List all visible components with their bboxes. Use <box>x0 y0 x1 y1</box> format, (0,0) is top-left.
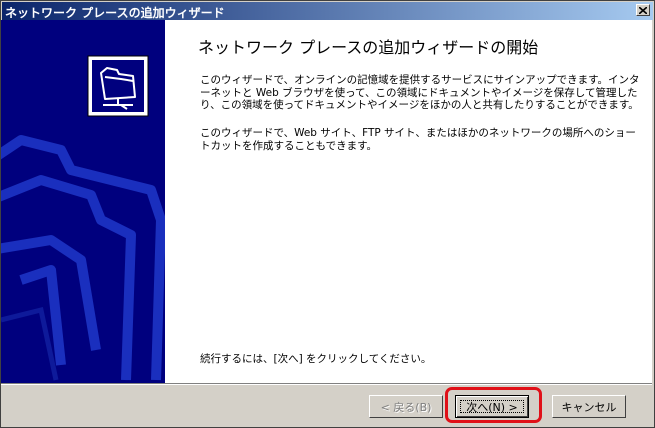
close-icon <box>639 6 647 14</box>
separator-highlight <box>1 384 652 385</box>
continue-instruction: 続行するには、[次へ] をクリックしてください。 <box>200 353 432 365</box>
page-title: ネットワーク プレースの追加ウィザードの開始 <box>198 38 539 57</box>
title-bar: ネットワーク プレースの追加ウィザード <box>2 2 653 20</box>
description-paragraph-2: このウィザードで、Web サイト、FTP サイト、またはほかのネットワークの場所… <box>200 127 636 152</box>
back-button[interactable]: < 戻る(B) <box>369 395 443 418</box>
cancel-button[interactable]: キャンセル <box>552 395 626 418</box>
wizard-sidebar <box>1 20 165 383</box>
window-title: ネットワーク プレースの追加ウィザード <box>5 6 225 20</box>
wizard-content: ネットワーク プレースの追加ウィザードの開始 このウィザードで、オンラインの記憶… <box>165 20 652 383</box>
close-button[interactable] <box>636 4 650 16</box>
description-paragraph-1: このウィザードで、オンラインの記憶域を提供するサービスにサインアップできます。イ… <box>200 74 640 111</box>
next-button-highlight <box>445 387 542 423</box>
network-folder-icon <box>87 55 149 117</box>
